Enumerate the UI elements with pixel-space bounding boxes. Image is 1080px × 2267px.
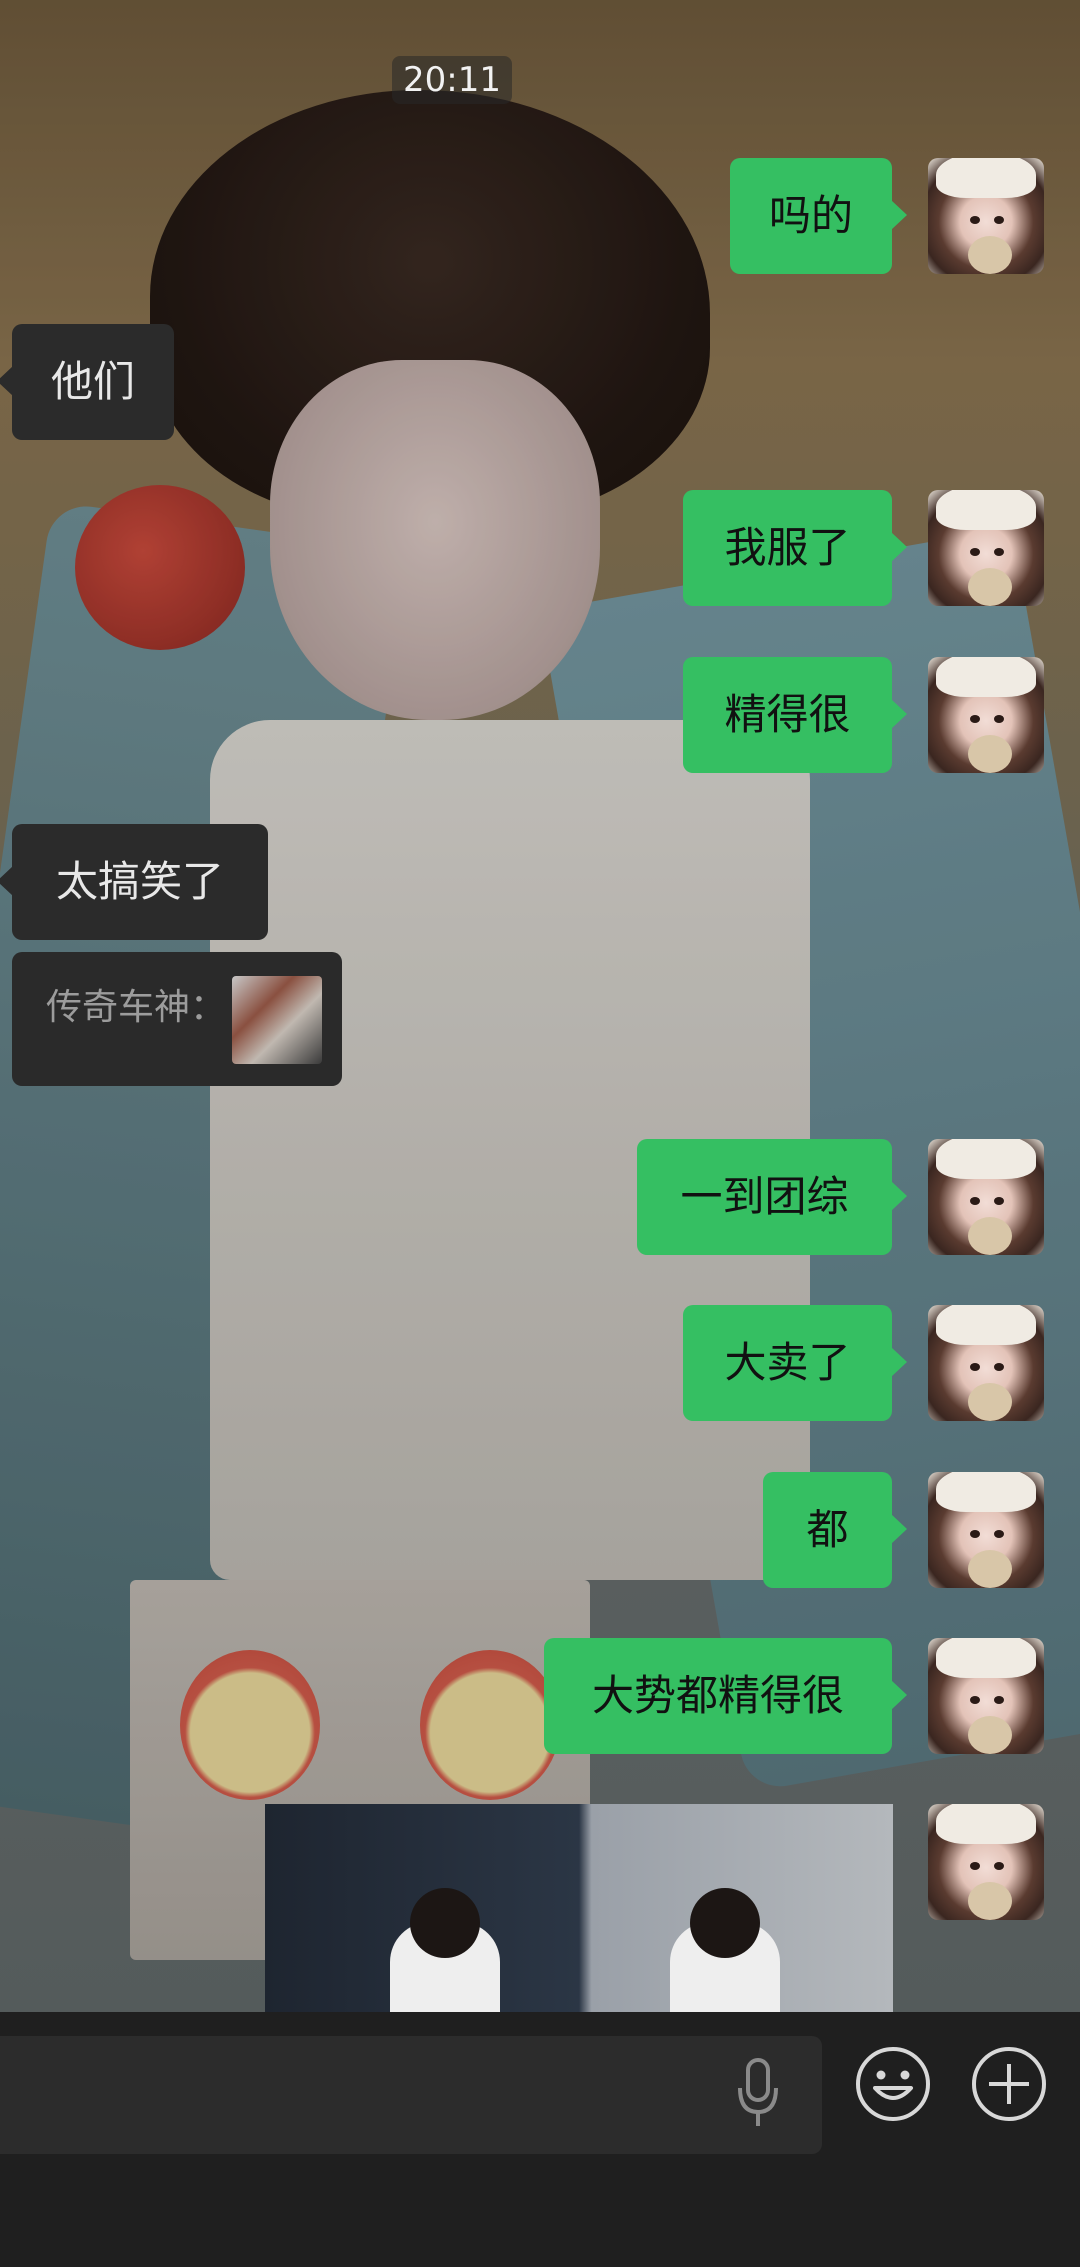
outgoing-message-bubble[interactable]: 一到团综 (637, 1139, 907, 1255)
avatar-plush (968, 1716, 1012, 1754)
outgoing-message-bubble[interactable]: 都 (763, 1472, 907, 1588)
avatar-eye (994, 1363, 1004, 1371)
avatar-eye (970, 1530, 980, 1538)
user-avatar[interactable] (928, 158, 1044, 274)
message-timestamp: 20:11 (392, 56, 512, 104)
avatar-plush (968, 1550, 1012, 1588)
photo-person-head (410, 1888, 480, 1958)
avatar-hat (936, 158, 1036, 198)
avatar-hat (936, 1804, 1036, 1844)
microphone-icon[interactable] (734, 2054, 782, 2134)
avatar-hat (936, 1638, 1036, 1678)
avatar-eye (994, 715, 1004, 723)
user-avatar[interactable] (928, 1638, 1044, 1754)
avatar-plush (968, 236, 1012, 274)
incoming-message-bubble[interactable]: 他们 (0, 324, 174, 440)
avatar-eye (970, 548, 980, 556)
avatar-eye (994, 1197, 1004, 1205)
plus-icon[interactable] (971, 2046, 1047, 2122)
photo-person-head (690, 1888, 760, 1958)
user-avatar[interactable] (928, 1305, 1044, 1421)
message-input[interactable] (0, 2036, 822, 2154)
outgoing-image-message[interactable] (265, 1804, 893, 2012)
avatar-eye (970, 1696, 980, 1704)
chat-input-bar (0, 2012, 1080, 2267)
avatar-eye (994, 548, 1004, 556)
avatar-hat (936, 657, 1036, 697)
avatar-eye (970, 715, 980, 723)
emoji-icon[interactable] (855, 2046, 931, 2122)
chat-screen: 20:11 吗的 他们 我服了 精得很 太搞笑了 传奇车神： 一到团综 大卖了 … (0, 0, 1080, 2267)
outgoing-message-bubble[interactable]: 我服了 (683, 490, 907, 606)
quoted-message-text: 传奇车神： (46, 987, 227, 1028)
avatar-eye (970, 1197, 980, 1205)
avatar-eye (994, 1530, 1004, 1538)
outgoing-message-bubble[interactable]: 吗的 (730, 158, 907, 274)
avatar-hat (936, 1139, 1036, 1179)
avatar-plush (968, 568, 1012, 606)
outgoing-message-bubble[interactable]: 精得很 (683, 657, 907, 773)
outgoing-message-bubble[interactable]: 大势都精得很 (544, 1638, 907, 1754)
avatar-plush (968, 1882, 1012, 1920)
avatar-hat (936, 490, 1036, 530)
user-avatar[interactable] (928, 1804, 1044, 1920)
outgoing-message-bubble[interactable]: 大卖了 (683, 1305, 907, 1421)
quoted-image-thumbnail[interactable] (232, 976, 322, 1064)
avatar-plush (968, 1217, 1012, 1255)
avatar-hat (936, 1472, 1036, 1512)
user-avatar[interactable] (928, 1139, 1044, 1255)
avatar-eye (970, 216, 980, 224)
avatar-hat (936, 1305, 1036, 1345)
avatar-plush (968, 1383, 1012, 1421)
incoming-message-bubble[interactable]: 太搞笑了 (0, 824, 268, 940)
avatar-eye (970, 1363, 980, 1371)
avatar-eye (970, 1862, 980, 1870)
user-avatar[interactable] (928, 490, 1044, 606)
avatar-eye (994, 1862, 1004, 1870)
avatar-plush (968, 735, 1012, 773)
user-avatar[interactable] (928, 657, 1044, 773)
avatar-eye (994, 216, 1004, 224)
avatar-eye (994, 1696, 1004, 1704)
quoted-message[interactable]: 传奇车神： (12, 952, 342, 1086)
user-avatar[interactable] (928, 1472, 1044, 1588)
